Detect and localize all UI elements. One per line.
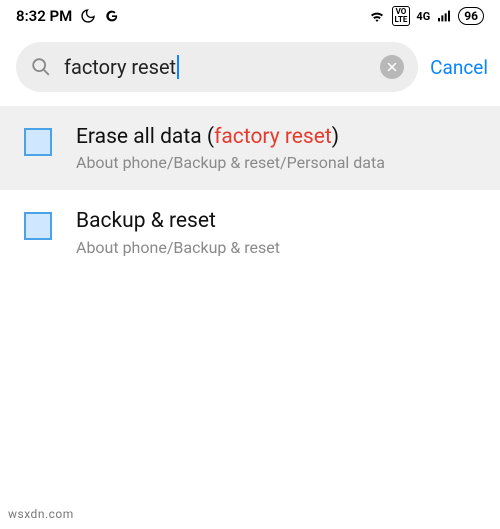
search-input[interactable]: factory reset (64, 55, 368, 79)
search-row: factory reset Cancel (0, 32, 500, 106)
search-results: Erase all data (factory reset) About pho… (0, 106, 500, 275)
cancel-button[interactable]: Cancel (430, 56, 488, 79)
result-backup-reset[interactable]: Backup & reset About phone/Backup & rese… (0, 190, 500, 274)
status-right: VO LTE 4G 96 (368, 6, 485, 26)
status-left: 8:32 PM (16, 7, 120, 25)
close-icon (386, 61, 398, 73)
network-type: 4G (416, 10, 430, 23)
result-title: Backup & reset (76, 208, 484, 235)
google-g-icon (104, 8, 120, 24)
watermark: wsxdn.com (8, 507, 74, 521)
result-erase-all-data[interactable]: Erase all data (factory reset) About pho… (0, 106, 500, 190)
wifi-icon (368, 7, 386, 25)
result-text-block: Erase all data (factory reset) About pho… (76, 124, 484, 172)
settings-tile-icon (24, 128, 52, 156)
signal-icon (436, 8, 452, 24)
clear-search-button[interactable] (380, 55, 404, 79)
battery-indicator: 96 (458, 7, 484, 25)
volte-badge: VO LTE (392, 6, 411, 26)
search-icon (30, 56, 52, 78)
status-time: 8:32 PM (16, 7, 72, 25)
settings-tile-icon (24, 212, 52, 240)
text-caret (177, 55, 179, 79)
result-path: About phone/Backup & reset/Personal data (76, 153, 484, 172)
result-text-block: Backup & reset About phone/Backup & rese… (76, 208, 484, 256)
result-path: About phone/Backup & reset (76, 238, 484, 257)
dnd-moon-icon (80, 8, 96, 24)
status-bar: 8:32 PM VO LTE 4G 96 (0, 0, 500, 32)
search-query-text: factory reset (64, 55, 176, 79)
search-field[interactable]: factory reset (16, 42, 418, 92)
result-title: Erase all data (factory reset) (76, 124, 484, 151)
